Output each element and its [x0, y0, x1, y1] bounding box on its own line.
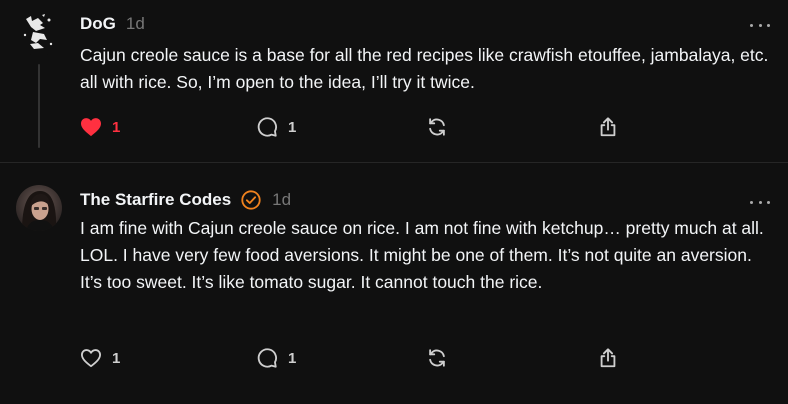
post-header: The Starfire Codes 1d — [80, 189, 291, 211]
share-icon — [600, 348, 616, 368]
avatar-dog[interactable] — [16, 10, 62, 56]
action-bar: 1 1 — [80, 346, 640, 370]
repost-icon — [429, 118, 445, 136]
like-count: 1 — [112, 118, 121, 136]
more-options-icon — [750, 23, 753, 27]
share-button[interactable] — [597, 115, 619, 139]
like-button[interactable]: 1 — [80, 346, 120, 370]
post-starfire: The Starfire Codes 1d I am fine with Caj… — [0, 163, 788, 404]
share-button[interactable] — [597, 346, 619, 370]
more-options-button[interactable] — [750, 20, 770, 30]
timestamp[interactable]: 1d — [272, 190, 291, 210]
repost-button[interactable] — [426, 346, 448, 370]
avatar-starfire[interactable] — [16, 185, 62, 231]
thread-line — [38, 64, 40, 148]
reply-bubble-icon — [257, 348, 277, 368]
repost-icon — [429, 349, 445, 367]
heart-icon — [81, 349, 101, 368]
dog-logo-avatar-icon — [23, 14, 53, 49]
post-text: Cajun creole sauce is a base for all the… — [80, 45, 769, 92]
timestamp[interactable]: 1d — [126, 14, 145, 34]
action-bar: 1 1 — [80, 115, 640, 139]
share-icon — [600, 117, 616, 137]
reply-count: 1 — [288, 349, 297, 367]
post-text: I am fine with Cajun creole sauce on ric… — [80, 218, 764, 292]
reply-count: 1 — [288, 118, 297, 136]
like-button[interactable]: 1 — [80, 115, 120, 139]
reply-button[interactable]: 1 — [256, 346, 296, 370]
like-count: 1 — [112, 349, 121, 367]
reply-button[interactable]: 1 — [256, 115, 296, 139]
profile-photo-icon — [16, 185, 62, 231]
more-options-icon — [750, 200, 753, 204]
reply-bubble-icon — [257, 117, 277, 137]
post-header: DoG 1d — [80, 14, 145, 34]
repost-button[interactable] — [426, 115, 448, 139]
verified-badge-icon — [241, 190, 261, 210]
heart-icon — [81, 118, 101, 137]
username[interactable]: The Starfire Codes — [80, 190, 231, 210]
more-options-button[interactable] — [750, 197, 770, 207]
post-dog: DoG 1d Cajun creole sauce is a base for … — [0, 0, 788, 163]
username[interactable]: DoG — [80, 14, 116, 34]
